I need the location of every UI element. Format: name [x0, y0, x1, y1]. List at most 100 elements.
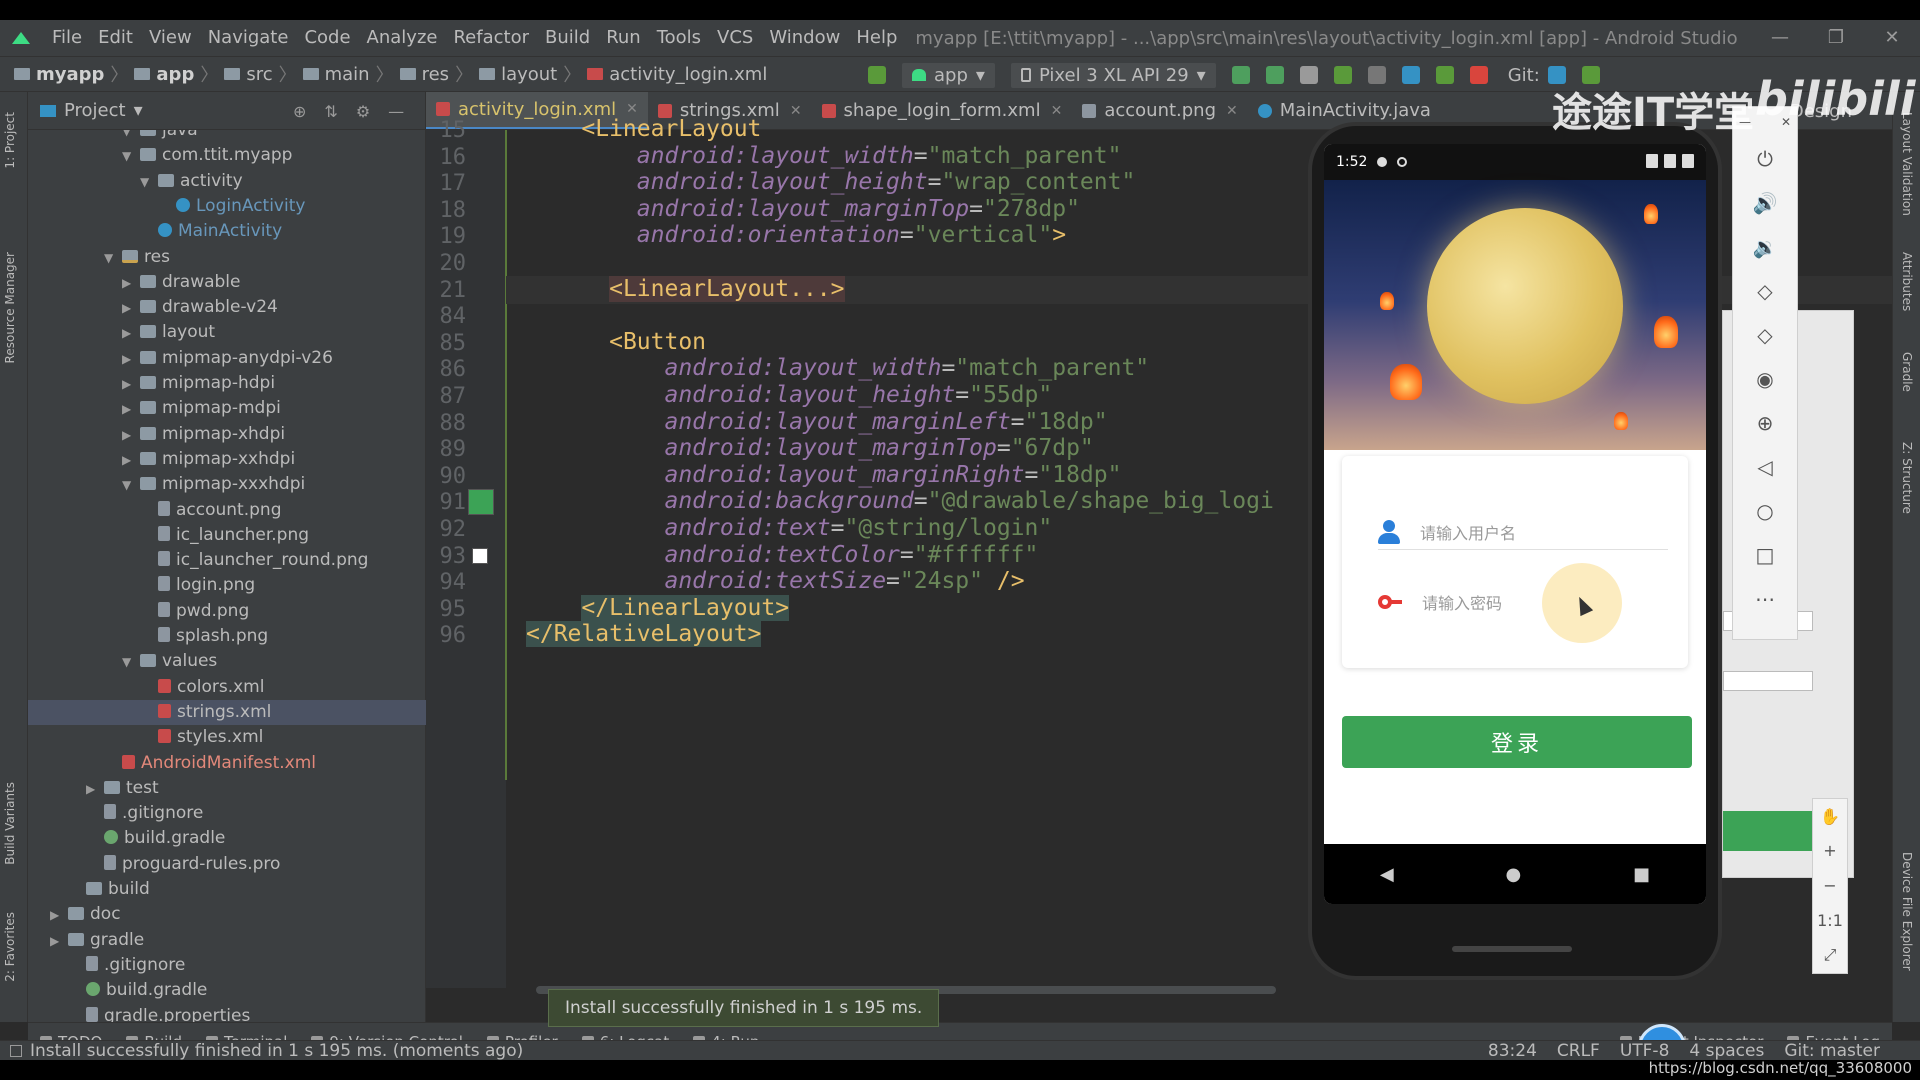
project-tool-tab[interactable]: 1: Project — [3, 112, 17, 169]
tree-item[interactable]: account.png — [28, 498, 426, 523]
menu-item-help[interactable]: Help — [848, 20, 905, 56]
build-hammer-icon[interactable] — [868, 66, 886, 84]
tree-item[interactable]: ▼ mipmap-xxxhdpi — [28, 472, 426, 497]
tree-item[interactable]: ▶ mipmap-xhdpi — [28, 422, 426, 447]
menu-item-view[interactable]: View — [141, 20, 200, 56]
apply-changes-icon[interactable] — [1231, 66, 1250, 84]
debug-icon[interactable] — [1333, 66, 1352, 84]
tree-item[interactable]: build — [28, 877, 426, 902]
expanded-arrow-icon[interactable]: ▼ — [122, 650, 136, 675]
power-icon[interactable]: ⏻ — [1745, 137, 1785, 181]
breadcrumb-item[interactable]: myapp — [10, 64, 108, 85]
tree-item[interactable]: splash.png — [28, 624, 426, 649]
menu-item-run[interactable]: Run — [598, 20, 649, 56]
tree-item[interactable]: ▼ com.ttit.myapp — [28, 143, 426, 168]
breadcrumb-item[interactable]: src — [220, 64, 276, 85]
tab-shape-login-form-xml[interactable]: shape_login_form.xml ✕ — [812, 92, 1073, 129]
back-icon[interactable]: ◁ — [1745, 445, 1785, 489]
menu-item-build[interactable]: Build — [537, 20, 598, 56]
login-button[interactable]: 登录 — [1342, 716, 1692, 768]
device-select[interactable]: Pixel 3 XL API 29 ▾ — [1010, 62, 1216, 88]
background-color-swatch[interactable] — [468, 489, 494, 516]
tree-item[interactable]: build.gradle — [28, 826, 426, 851]
tree-item[interactable]: styles.xml — [28, 725, 426, 750]
code-line[interactable]: android:layout_width="match_parent" — [526, 143, 1122, 169]
code-line[interactable]: android:layout_height="wrap_content" — [526, 169, 1136, 195]
locate-icon[interactable]: ⊕ — [293, 102, 306, 121]
favorites-tab[interactable]: 2: Favorites — [3, 912, 17, 982]
tree-item[interactable]: build.gradle — [28, 978, 426, 1003]
tree-item[interactable]: .gitignore — [28, 801, 426, 826]
tree-item[interactable]: ▼ res — [28, 245, 426, 270]
tree-item[interactable]: LoginActivity — [28, 194, 426, 219]
code-line[interactable]: <LinearLayout...> — [526, 275, 845, 302]
text-color-swatch[interactable] — [472, 547, 488, 564]
resource-manager-tab[interactable]: Resource Manager — [3, 252, 17, 363]
expanded-arrow-icon[interactable]: ▼ — [122, 473, 136, 498]
password-field[interactable]: 请输入密码 — [1378, 584, 1668, 620]
maximize-icon[interactable]: ❐ — [1808, 20, 1864, 56]
expanded-arrow-icon[interactable]: ▼ — [122, 130, 136, 144]
attach-debugger-icon[interactable] — [1367, 66, 1386, 84]
apply-code-changes-icon[interactable] — [1265, 66, 1284, 84]
code-line[interactable]: android:layout_marginLeft="18dp" — [526, 409, 1107, 435]
gradle-tab[interactable]: Gradle — [1900, 352, 1914, 392]
code-line[interactable]: android:layout_marginRight="18dp" — [526, 462, 1121, 488]
zoom-out-icon[interactable]: − — [1823, 876, 1836, 895]
expanded-arrow-icon[interactable]: ▼ — [140, 170, 154, 195]
screenshot-icon[interactable]: ◉ — [1745, 357, 1785, 401]
menu-item-vcs[interactable]: VCS — [709, 20, 761, 56]
tree-item[interactable]: ▶ drawable-v24 — [28, 295, 426, 320]
pan-icon[interactable]: ✋ — [1820, 807, 1840, 826]
breadcrumb-item[interactable]: activity_login.xml — [583, 64, 771, 85]
menu-item-window[interactable]: Window — [761, 20, 848, 56]
project-view-select[interactable]: Project — [64, 100, 126, 121]
tree-item[interactable]: ▶ test — [28, 776, 426, 801]
stop-icon[interactable] — [1469, 66, 1488, 84]
tree-item[interactable]: strings.xml — [28, 699, 426, 725]
breadcrumb-item[interactable]: main — [299, 64, 374, 85]
run-tests-icon[interactable] — [1435, 66, 1454, 84]
code-line[interactable]: <Button — [526, 329, 706, 355]
zoom-in-icon[interactable]: + — [1823, 841, 1836, 860]
zoom-icon[interactable]: ⊕ — [1745, 401, 1785, 445]
code-line[interactable]: android:layout_height="55dp" — [526, 382, 1052, 408]
collapsed-arrow-icon[interactable]: ▶ — [122, 271, 136, 296]
tree-item[interactable]: ▶ drawable — [28, 270, 426, 295]
zoom-actual-icon[interactable]: 1:1 — [1817, 911, 1843, 930]
code-line[interactable]: </LinearLayout> — [526, 594, 790, 621]
expanded-arrow-icon[interactable]: ▼ — [122, 144, 136, 169]
breadcrumb-item[interactable]: app — [130, 64, 198, 85]
folded-region[interactable]: <LinearLayout...> — [609, 275, 845, 302]
status-toggle-icon[interactable] — [10, 1044, 22, 1057]
menu-item-code[interactable]: Code — [296, 20, 358, 56]
menu-item-navigate[interactable]: Navigate — [200, 20, 297, 56]
tree-item[interactable]: ▶ layout — [28, 320, 426, 345]
code-line[interactable]: android:textColor="#ffffff" — [526, 542, 1038, 568]
tree-item[interactable]: gradle.properties — [28, 1004, 426, 1022]
collapsed-arrow-icon[interactable]: ▶ — [122, 448, 136, 473]
menu-item-refactor[interactable]: Refactor — [445, 20, 537, 56]
line-separator[interactable]: CRLF — [1557, 1041, 1600, 1061]
code-line[interactable]: android:textSize="24sp" /> — [526, 568, 1024, 594]
code-line[interactable]: android:layout_marginTop="278dp" — [526, 196, 1080, 222]
back-icon[interactable]: ◀ — [1380, 864, 1394, 885]
rotate-left-icon[interactable]: ◇ — [1745, 269, 1785, 313]
home-icon[interactable]: ● — [1506, 864, 1522, 885]
tree-item[interactable]: ▼ java — [28, 130, 426, 143]
layout-validation-tab[interactable]: Layout Validation — [1900, 112, 1914, 216]
close-icon[interactable]: ✕ — [626, 101, 638, 117]
tree-item[interactable]: MainActivity — [28, 219, 426, 244]
caret-position[interactable]: 83:24 — [1488, 1041, 1537, 1061]
tree-item[interactable]: ▶ mipmap-mdpi — [28, 396, 426, 421]
tree-item[interactable]: ▶ gradle — [28, 928, 426, 953]
profile-icon[interactable] — [1401, 66, 1420, 84]
tree-item[interactable]: proguard-rules.pro — [28, 852, 426, 877]
structure-tab[interactable]: Z: Structure — [1900, 442, 1914, 514]
volume-down-icon[interactable]: 🔉 — [1745, 225, 1785, 269]
collapsed-arrow-icon[interactable]: ▶ — [122, 397, 136, 422]
collapsed-arrow-icon[interactable]: ▶ — [122, 347, 136, 372]
expanded-arrow-icon[interactable]: ▼ — [104, 246, 118, 271]
collapsed-arrow-icon[interactable]: ▶ — [86, 777, 100, 802]
tree-item[interactable]: ▶ doc — [28, 902, 426, 927]
